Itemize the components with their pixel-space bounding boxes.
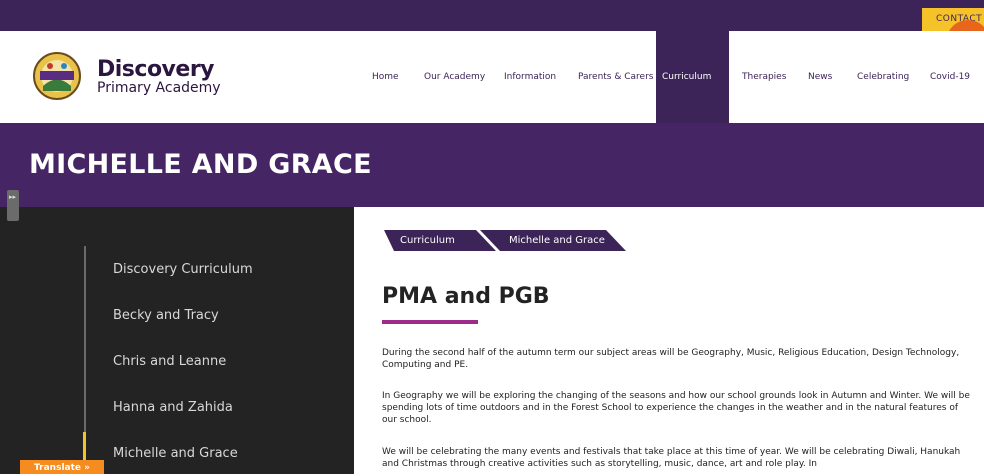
sidebar-item-michelle-and-grace[interactable]: Michelle and Grace bbox=[113, 446, 238, 461]
double-chevron-icon: ▸▸ bbox=[9, 193, 17, 201]
content-paragraph: In Geography we will be exploring the ch… bbox=[382, 391, 970, 425]
sidebar-item-hanna-and-zahida[interactable]: Hanna and Zahida bbox=[113, 400, 233, 415]
heading-underline bbox=[382, 320, 478, 324]
nav-covid-19[interactable]: Covid-19 bbox=[930, 72, 970, 82]
nav-curriculum[interactable]: Curriculum bbox=[662, 72, 711, 82]
nav-therapies[interactable]: Therapies bbox=[742, 72, 786, 82]
translate-button[interactable]: Translate » bbox=[20, 460, 104, 474]
top-bar bbox=[0, 0, 984, 31]
logo-badge[interactable] bbox=[33, 51, 81, 101]
nav-parents-carers[interactable]: Parents & Carers bbox=[578, 72, 653, 82]
content-paragraph: We will be celebrating the many events a… bbox=[382, 447, 961, 469]
content-paragraph: During the second half of the autumn ter… bbox=[382, 348, 960, 370]
nav-celebrating[interactable]: Celebrating bbox=[857, 72, 909, 82]
school-crest-icon bbox=[33, 52, 81, 100]
breadcrumb-michelle-and-grace[interactable]: Michelle and Grace bbox=[509, 230, 605, 251]
page-title: MICHELLE AND GRACE bbox=[29, 149, 372, 180]
nav-our-academy[interactable]: Our Academy bbox=[424, 72, 485, 82]
nav-information[interactable]: Information bbox=[504, 72, 556, 82]
sidebar-item-becky-and-tracy[interactable]: Becky and Tracy bbox=[113, 308, 219, 323]
sidebar bbox=[0, 207, 354, 474]
nav-news[interactable]: News bbox=[808, 72, 832, 82]
logo-subtitle: Primary Academy bbox=[97, 80, 221, 96]
sidebar-item-chris-and-leanne[interactable]: Chris and Leanne bbox=[113, 354, 226, 369]
logo-title[interactable]: Discovery bbox=[97, 57, 215, 82]
nav-home[interactable]: Home bbox=[372, 72, 399, 82]
sidebar-item-discovery-curriculum[interactable]: Discovery Curriculum bbox=[113, 262, 253, 277]
content-heading: PMA and PGB bbox=[382, 284, 550, 309]
breadcrumb-curriculum[interactable]: Curriculum bbox=[400, 230, 455, 251]
sidebar-collapse-handle[interactable]: ▸▸ bbox=[7, 190, 19, 221]
